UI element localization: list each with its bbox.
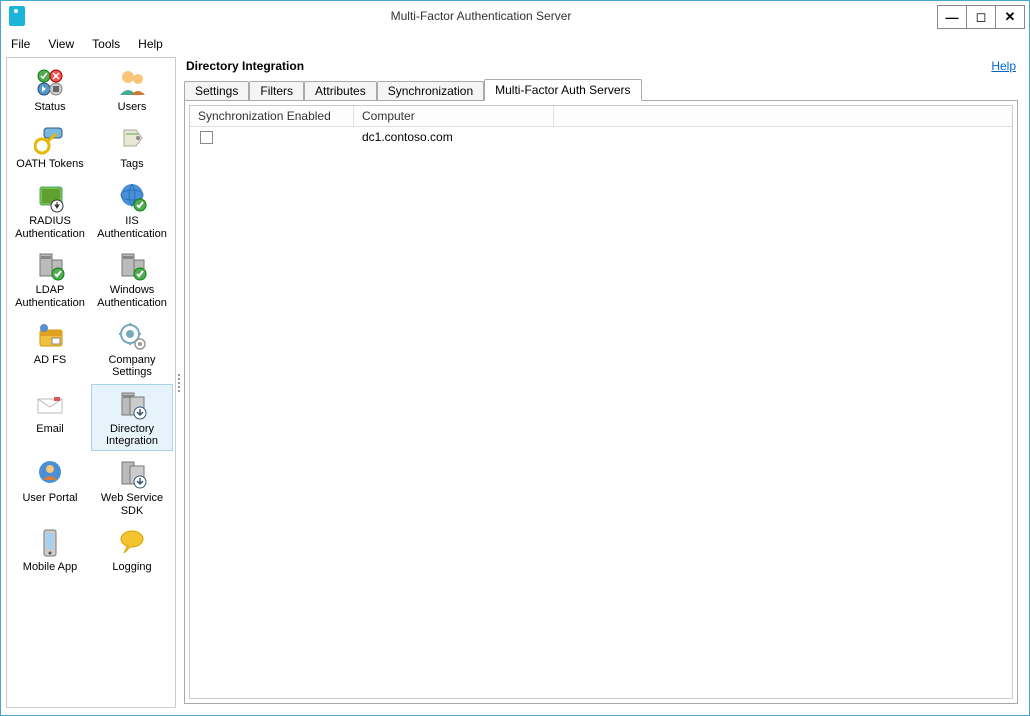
- web-service-sdk-icon: [116, 458, 148, 490]
- nav-directory-integration[interactable]: Directory Integration: [91, 384, 173, 451]
- nav-label: Users: [118, 101, 147, 114]
- tags-icon: [116, 124, 148, 156]
- window-title: Multi-Factor Authentication Server: [25, 9, 937, 23]
- nav-web-service-sdk[interactable]: Web Service SDK: [91, 453, 173, 520]
- column-computer[interactable]: Computer: [354, 106, 554, 126]
- nav-label: Email: [36, 423, 64, 436]
- tabstrip: Settings Filters Attributes Synchronizat…: [184, 79, 1018, 101]
- nav-label: Status: [34, 101, 65, 114]
- menubar: File View Tools Help: [1, 31, 1029, 57]
- sidebar: Status Users OATH Tokens Tags RADIUS Aut…: [6, 57, 176, 708]
- nav-status[interactable]: Status: [9, 62, 91, 117]
- logging-icon: [116, 527, 148, 559]
- maximize-button[interactable]: ◻: [966, 5, 996, 29]
- tabpanel: Synchronization Enabled Computer dc1.con…: [184, 100, 1018, 704]
- nav-mobile-app[interactable]: Mobile App: [9, 522, 91, 577]
- nav-label: Tags: [120, 158, 143, 171]
- help-link[interactable]: Help: [991, 59, 1016, 73]
- nav-label: Directory Integration: [94, 423, 170, 448]
- oath-tokens-icon: [34, 124, 66, 156]
- window-controls: — ◻ ✕: [937, 3, 1029, 29]
- mobile-app-icon: [34, 527, 66, 559]
- company-settings-icon: [116, 320, 148, 352]
- titlebar: Multi-Factor Authentication Server — ◻ ✕: [1, 1, 1029, 31]
- menu-tools[interactable]: Tools: [92, 37, 120, 51]
- grid-row[interactable]: dc1.contoso.com: [190, 127, 1012, 148]
- nav-users[interactable]: Users: [91, 62, 173, 117]
- nav-label: Mobile App: [23, 561, 77, 574]
- nav-adfs[interactable]: AD FS: [9, 315, 91, 382]
- nav-label: Windows Authentication: [94, 284, 170, 309]
- column-sync-enabled[interactable]: Synchronization Enabled: [190, 106, 354, 126]
- nav-windows-auth[interactable]: Windows Authentication: [91, 245, 173, 312]
- status-icon: [34, 67, 66, 99]
- nav-email[interactable]: Email: [9, 384, 91, 451]
- sync-checkbox[interactable]: [200, 131, 213, 144]
- nav-radius-auth[interactable]: RADIUS Authentication: [9, 176, 91, 243]
- adfs-icon: [34, 320, 66, 352]
- ldap-icon: [34, 250, 66, 282]
- radius-icon: [34, 181, 66, 213]
- computer-cell: dc1.contoso.com: [354, 127, 554, 147]
- nav-label: Company Settings: [94, 354, 170, 379]
- servers-grid: Synchronization Enabled Computer dc1.con…: [189, 105, 1013, 699]
- user-portal-icon: [34, 458, 66, 490]
- tab-attributes[interactable]: Attributes: [304, 81, 377, 101]
- nav-label: LDAP Authentication: [12, 284, 88, 309]
- directory-integration-icon: [116, 389, 148, 421]
- app-icon: [9, 6, 25, 26]
- nav-iis-auth[interactable]: IIS Authentication: [91, 176, 173, 243]
- iis-icon: [116, 181, 148, 213]
- close-button[interactable]: ✕: [995, 5, 1025, 29]
- tab-settings[interactable]: Settings: [184, 81, 249, 101]
- nav-user-portal[interactable]: User Portal: [9, 453, 91, 520]
- nav-label: User Portal: [22, 492, 77, 505]
- nav-oath-tokens[interactable]: OATH Tokens: [9, 119, 91, 174]
- page-title: Directory Integration: [186, 59, 304, 73]
- nav-company-settings[interactable]: Company Settings: [91, 315, 173, 382]
- nav-label: Web Service SDK: [94, 492, 170, 517]
- nav-logging[interactable]: Logging: [91, 522, 173, 577]
- nav-label: Logging: [112, 561, 151, 574]
- windows-auth-icon: [116, 250, 148, 282]
- tab-filters[interactable]: Filters: [249, 81, 304, 101]
- nav-ldap-auth[interactable]: LDAP Authentication: [9, 245, 91, 312]
- minimize-button[interactable]: —: [937, 5, 967, 29]
- nav-label: IIS Authentication: [94, 215, 170, 240]
- tab-synchronization[interactable]: Synchronization: [377, 81, 484, 101]
- nav-tags[interactable]: Tags: [91, 119, 173, 174]
- menu-help[interactable]: Help: [138, 37, 163, 51]
- tab-mfa-servers[interactable]: Multi-Factor Auth Servers: [484, 79, 641, 101]
- nav-label: AD FS: [34, 354, 66, 367]
- nav-label: RADIUS Authentication: [12, 215, 88, 240]
- column-blank: [554, 106, 1012, 126]
- menu-file[interactable]: File: [11, 37, 30, 51]
- email-icon: [34, 389, 66, 421]
- nav-label: OATH Tokens: [16, 158, 83, 171]
- users-icon: [116, 67, 148, 99]
- menu-view[interactable]: View: [48, 37, 74, 51]
